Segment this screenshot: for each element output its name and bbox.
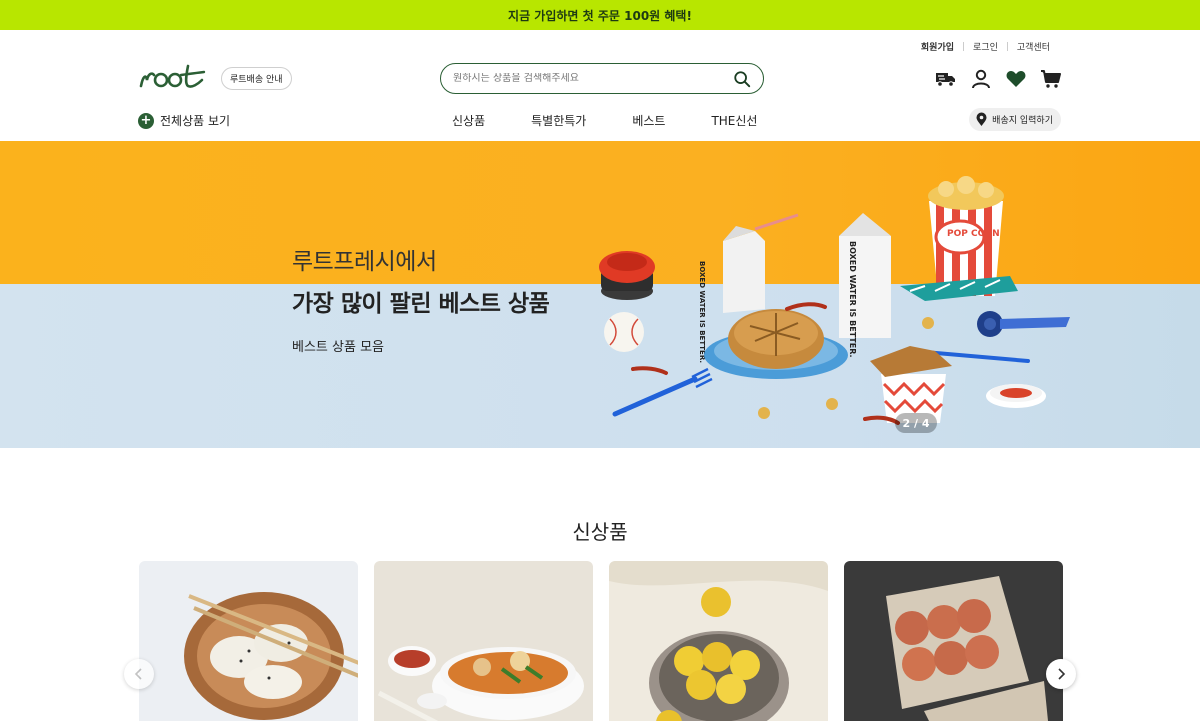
main-nav: 신상품 특별한특가 베스트 THE신선 bbox=[452, 112, 757, 129]
new-products-carousel bbox=[139, 561, 1063, 721]
carousel-prev-button[interactable] bbox=[124, 659, 154, 689]
banner-line-2: 가장 많이 팔린 베스트 상품 bbox=[292, 291, 550, 317]
banner-line-3[interactable]: 베스트 상품 모음 bbox=[292, 336, 549, 355]
login-link[interactable]: 로그인 bbox=[964, 40, 1007, 53]
delivery-guide-button[interactable]: 루트배송 안내 bbox=[221, 67, 292, 90]
heart-icon[interactable] bbox=[1005, 68, 1027, 90]
site-header: 회원가입 로그인 고객센터 루트배송 안내 원하시는 상품을 검색해주세요 + … bbox=[0, 30, 1200, 141]
banner-line-1: 루트프레시에서 bbox=[292, 249, 437, 275]
address-input-button[interactable]: 배송지 입력하기 bbox=[969, 108, 1061, 131]
chevron-left-icon bbox=[134, 668, 142, 680]
nav-item-new[interactable]: 신상품 bbox=[452, 112, 485, 129]
signup-link[interactable]: 회원가입 bbox=[912, 40, 963, 53]
slide-indicator: 2 / 4 bbox=[895, 413, 937, 433]
product-card-lemons[interactable] bbox=[609, 561, 828, 721]
root-logo[interactable] bbox=[138, 62, 208, 96]
delivery-truck-icon[interactable] bbox=[935, 68, 957, 90]
plus-icon: + bbox=[138, 112, 154, 129]
promo-bar[interactable]: 지금 가입하면 첫 주문 100원 혜택! bbox=[0, 0, 1200, 30]
nav-item-fresh[interactable]: THE신선 bbox=[711, 112, 757, 129]
customer-center-link[interactable]: 고객센터 bbox=[1008, 40, 1059, 53]
carton-label-small: BOXED WATER IS BETTER. bbox=[698, 261, 706, 363]
nav-item-special-deal[interactable]: 특별한특가 bbox=[531, 112, 586, 129]
slide-indicator-text: 2 / 4 bbox=[902, 416, 930, 430]
banner-text: 루트프레시에서 가장 많이 팔린 베스트 상품 베스트 상품 모음 bbox=[292, 242, 550, 355]
location-pin-icon bbox=[976, 112, 987, 126]
top-links: 회원가입 로그인 고객센터 bbox=[912, 40, 1059, 53]
popcorn-label: POP CORN bbox=[947, 229, 1000, 239]
search-icon[interactable] bbox=[733, 70, 751, 88]
all-products-label: 전체상품 보기 bbox=[160, 114, 231, 128]
carton-label-large: BOXED WATER IS BETTER. bbox=[848, 241, 857, 358]
carousel-next-button[interactable] bbox=[1046, 659, 1076, 689]
address-button-label: 배송지 입력하기 bbox=[992, 116, 1053, 126]
cart-icon[interactable] bbox=[1040, 68, 1062, 90]
delivery-guide-label: 루트배송 안내 bbox=[230, 75, 283, 85]
chevron-right-icon bbox=[1058, 668, 1066, 680]
product-card-dumplings[interactable] bbox=[139, 561, 358, 721]
search-bar[interactable] bbox=[440, 63, 764, 94]
all-products-menu[interactable]: + 전체상품 보기 bbox=[138, 112, 230, 129]
main-banner[interactable]: 루트프레시에서 가장 많이 팔린 베스트 상품 베스트 상품 모음 BOXED … bbox=[0, 141, 1200, 448]
user-icon[interactable] bbox=[970, 68, 992, 90]
banner-food-illustration: BOXED WATER IS BETTER. BOXED WATER IS BE… bbox=[599, 176, 1070, 425]
search-input[interactable] bbox=[453, 73, 733, 84]
utility-icons bbox=[935, 68, 1062, 90]
product-card-noodle-soup[interactable] bbox=[374, 561, 593, 721]
promo-text: 지금 가입하면 첫 주문 100원 혜택! bbox=[508, 8, 692, 23]
product-card-eggs[interactable] bbox=[844, 561, 1063, 721]
nav-item-best[interactable]: 베스트 bbox=[632, 112, 665, 129]
new-products-title: 신상품 bbox=[572, 520, 628, 544]
